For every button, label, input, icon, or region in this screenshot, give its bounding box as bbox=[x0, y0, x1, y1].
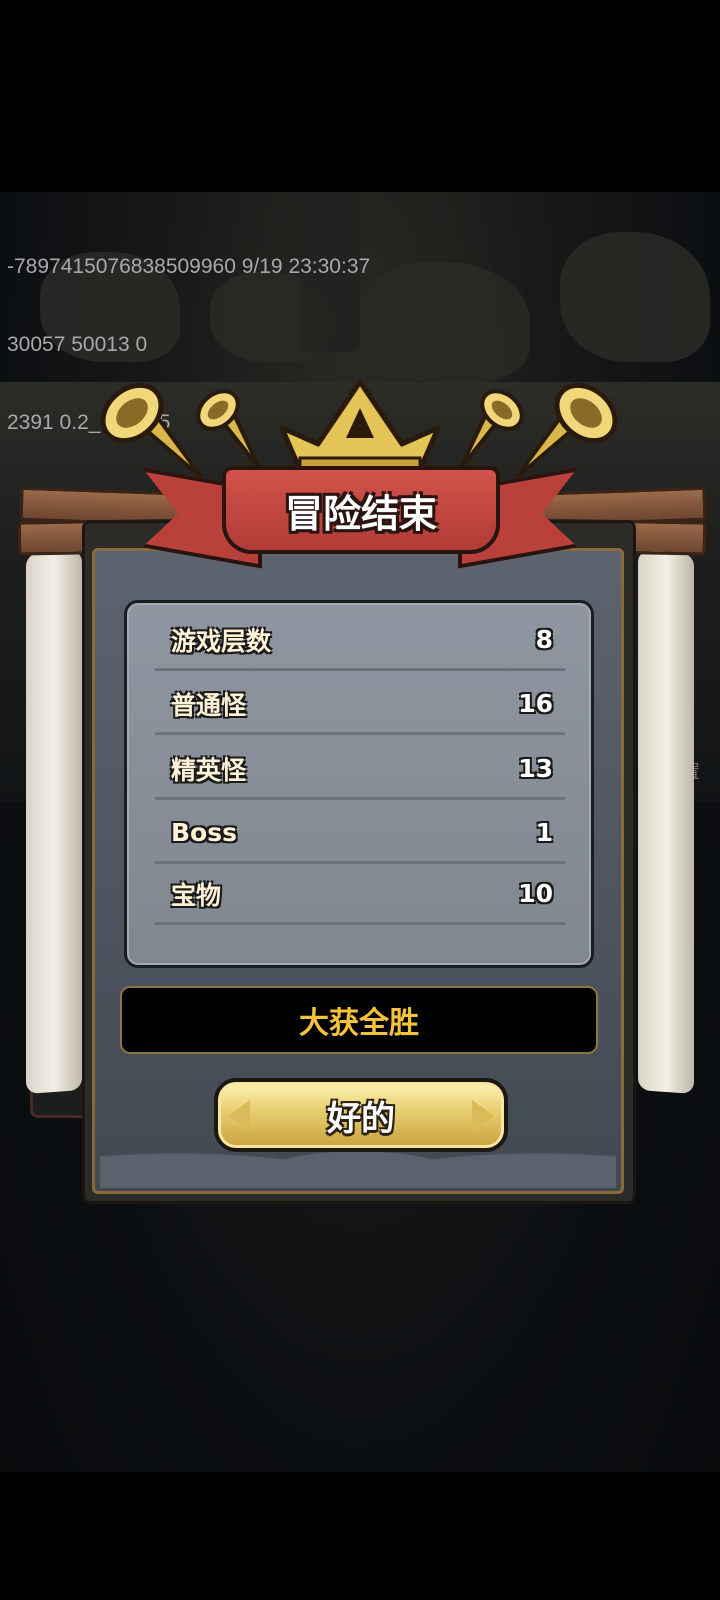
horn-icon bbox=[196, 389, 262, 471]
stat-value: 10 bbox=[518, 879, 553, 908]
chevron-left-icon bbox=[228, 1100, 250, 1132]
stat-row-floors: 游戏层数 8 bbox=[155, 611, 565, 671]
dialog-title: 冒险结束 bbox=[284, 491, 437, 536]
crown-icon bbox=[279, 379, 441, 473]
stat-label: 普通怪 bbox=[171, 690, 247, 720]
stat-label: 精英怪 bbox=[171, 755, 247, 785]
stat-value: 16 bbox=[518, 689, 553, 718]
stat-row-boss: Boss 1 bbox=[155, 804, 565, 864]
right-curtain bbox=[638, 550, 694, 1094]
stat-value: 1 bbox=[535, 818, 553, 847]
stat-row-elite-monsters: 精英怪 13 bbox=[155, 740, 565, 800]
left-curtain bbox=[26, 550, 82, 1094]
result-banner: 大获全胜 bbox=[120, 986, 598, 1054]
stat-label: 游戏层数 bbox=[171, 626, 272, 656]
stats-panel: 游戏层数 8 普通怪 16 精英怪 13 Boss 1 宝物 10 bbox=[124, 600, 594, 968]
stat-row-treasure: 宝物 10 bbox=[155, 865, 565, 925]
stat-row-normal-monsters: 普通怪 16 bbox=[155, 675, 565, 735]
debug-line-2: 30057 50013 0 bbox=[7, 333, 148, 356]
ok-button[interactable]: 好的 bbox=[214, 1078, 508, 1152]
stat-label: 宝物 bbox=[171, 880, 222, 910]
chevron-right-icon bbox=[472, 1100, 494, 1132]
title-ribbon: 冒险结束 bbox=[222, 466, 500, 554]
stat-label: Boss bbox=[171, 818, 237, 847]
stat-value: 8 bbox=[535, 625, 553, 654]
ok-button-label: 好的 bbox=[327, 1098, 395, 1139]
stat-value: 13 bbox=[518, 754, 553, 783]
debug-line-1: -7897415076838509960 9/19 23:30:37 bbox=[7, 255, 371, 278]
